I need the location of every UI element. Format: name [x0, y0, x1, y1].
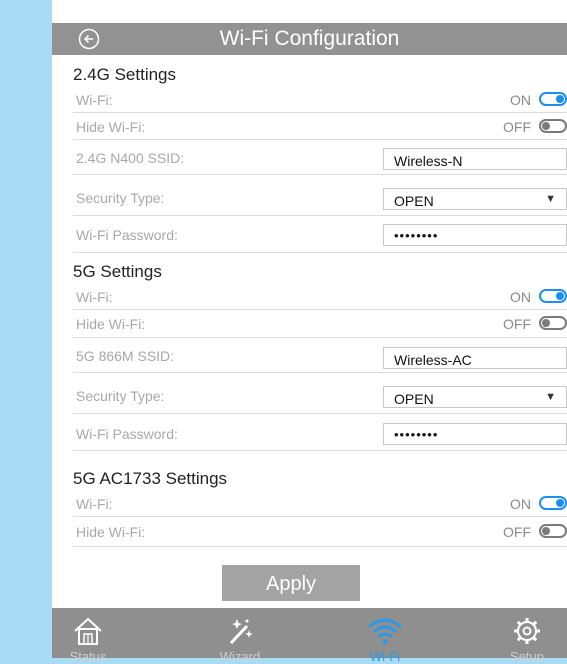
- security-select-2g[interactable]: OPEN ▼: [383, 188, 567, 210]
- wifi-label: Wi-Fi:: [76, 496, 113, 512]
- ssid-input-2g[interactable]: Wireless-N: [383, 148, 567, 170]
- ssid-label: 5G 866M SSID:: [76, 348, 175, 364]
- wifi-state: ON: [510, 496, 531, 512]
- row-hide-wifi-2g: Hide Wi-Fi: OFF: [73, 113, 567, 140]
- hide-wifi-toggle-2g[interactable]: [539, 119, 567, 133]
- row-hide-wifi-ac1733: Hide Wi-Fi: OFF: [73, 517, 567, 547]
- hide-wifi-label: Hide Wi-Fi:: [76, 316, 146, 332]
- home-icon: [74, 617, 102, 645]
- nav-setup[interactable]: Setup: [477, 608, 567, 664]
- row-wifi-5g: Wi-Fi: ON: [73, 285, 567, 310]
- password-label: Wi-Fi Password:: [76, 426, 178, 442]
- nav-wifi[interactable]: Wi-Fi: [335, 608, 435, 664]
- security-select-5g[interactable]: OPEN ▼: [383, 386, 567, 408]
- hide-wifi-toggle-ac1733[interactable]: [539, 524, 567, 538]
- wifi-toggle-5g[interactable]: [539, 289, 567, 303]
- wifi-state: ON: [510, 92, 531, 108]
- hide-wifi-label: Hide Wi-Fi:: [76, 524, 146, 540]
- security-value: OPEN: [394, 391, 434, 407]
- ssid-label: 2.4G N400 SSID:: [76, 150, 185, 166]
- ssid-input-5g[interactable]: Wireless-AC: [383, 347, 567, 369]
- wifi-label: Wi-Fi:: [76, 92, 113, 108]
- password-input-2g[interactable]: ••••••••: [383, 224, 567, 246]
- row-password-2g: Wi-Fi Password: ••••••••: [73, 216, 567, 253]
- section-title-5g: 5G Settings: [73, 262, 162, 281]
- row-security-2g: Security Type: OPEN ▼: [73, 175, 567, 216]
- wifi-icon: [368, 618, 402, 645]
- row-wifi-ac1733: Wi-Fi: ON: [73, 492, 567, 517]
- nav-status[interactable]: Status: [38, 608, 138, 664]
- row-wifi-2g: Wi-Fi: ON: [73, 88, 567, 113]
- nav-status-label: Status: [69, 649, 107, 664]
- hide-wifi-state: OFF: [503, 119, 531, 135]
- password-label: Wi-Fi Password:: [76, 227, 178, 243]
- wifi-toggle-2g[interactable]: [539, 92, 567, 106]
- password-input-5g[interactable]: ••••••••: [383, 423, 567, 445]
- wifi-toggle-ac1733[interactable]: [539, 496, 567, 510]
- wifi-state: ON: [510, 289, 531, 305]
- row-password-5g: Wi-Fi Password: ••••••••: [73, 414, 567, 451]
- page-title: Wi-Fi Configuration: [219, 27, 400, 50]
- nav-wizard[interactable]: Wizard: [190, 608, 290, 664]
- section-title-2g: 2.4G Settings: [73, 65, 177, 84]
- gear-icon: [514, 618, 540, 644]
- hide-wifi-toggle-5g[interactable]: [539, 316, 567, 330]
- nav-wifi-label: Wi-Fi: [369, 649, 401, 664]
- dropdown-arrow-icon: ▼: [545, 391, 556, 403]
- row-ssid-2g: 2.4G N400 SSID: Wireless-N: [73, 140, 567, 175]
- row-security-5g: Security Type: OPEN ▼: [73, 373, 567, 414]
- hide-wifi-state: OFF: [503, 316, 531, 332]
- security-value: OPEN: [394, 193, 434, 209]
- apply-button[interactable]: Apply: [222, 565, 360, 601]
- hide-wifi-state: OFF: [503, 524, 531, 540]
- row-ssid-5g: 5G 866M SSID: Wireless-AC: [73, 338, 567, 373]
- security-label: Security Type:: [76, 388, 165, 404]
- nav-wizard-label: Wizard: [219, 649, 261, 664]
- section-title-5g-ac1733: 5G AC1733 Settings: [73, 469, 228, 488]
- header-bar: Wi-Fi Configuration: [52, 23, 567, 55]
- magic-wand-icon: [229, 619, 253, 645]
- row-hide-wifi-5g: Hide Wi-Fi: OFF: [73, 310, 567, 338]
- nav-setup-label: Setup: [510, 649, 544, 664]
- bottom-nav: Status Wizard Wi-Fi Setup: [52, 608, 567, 664]
- security-label: Security Type:: [76, 190, 165, 206]
- wifi-config-panel: Wi-Fi Configuration 2.4G Settings Wi-Fi:…: [52, 0, 567, 664]
- wifi-label: Wi-Fi:: [76, 289, 113, 305]
- hide-wifi-label: Hide Wi-Fi:: [76, 119, 146, 135]
- dropdown-arrow-icon: ▼: [545, 193, 556, 205]
